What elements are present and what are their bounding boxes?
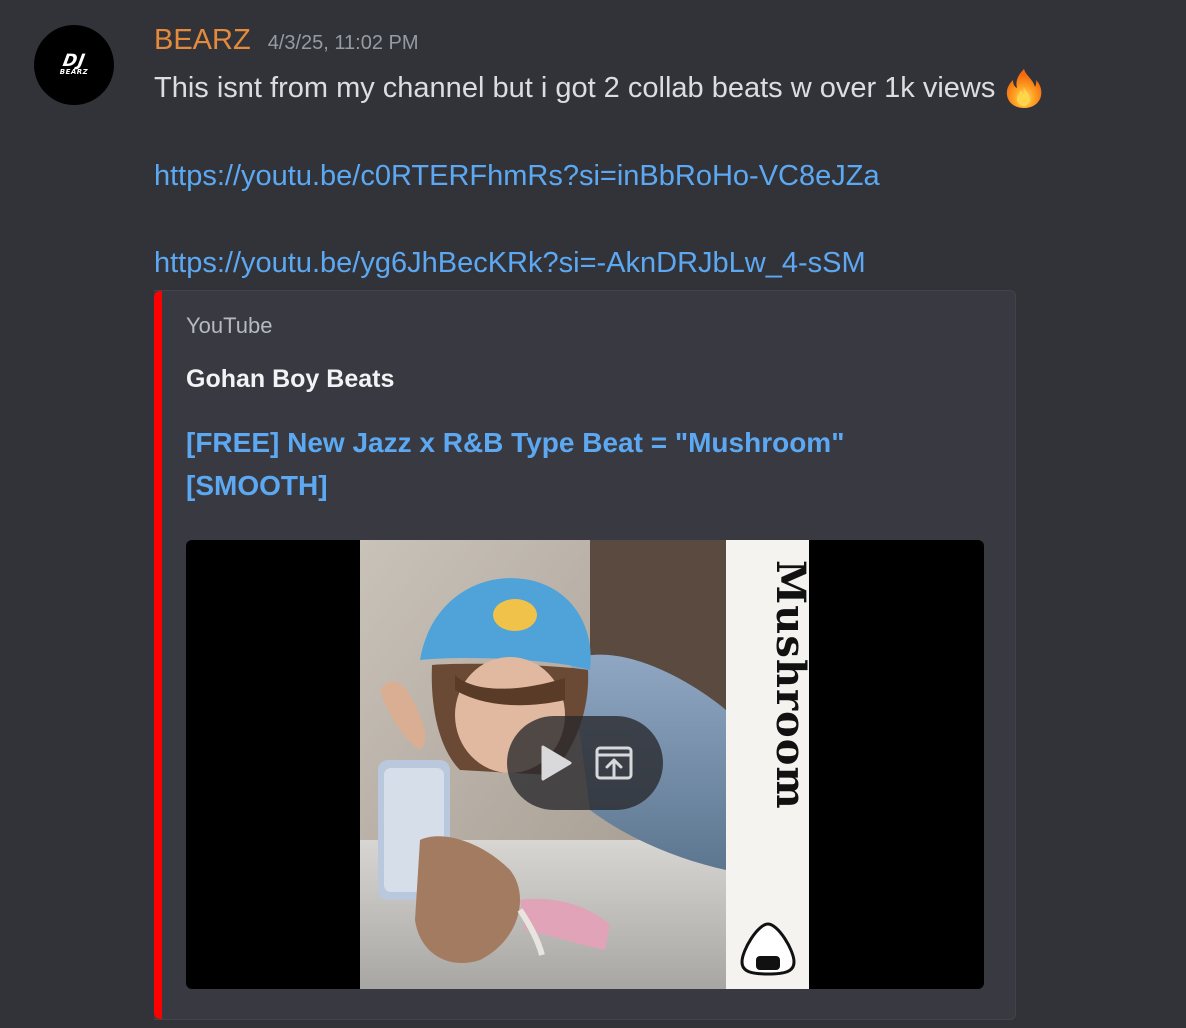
play-button[interactable] <box>534 741 578 785</box>
thumbnail-title: Mushroom <box>767 560 809 810</box>
timestamp: 4/3/25, 11:02 PM <box>267 32 419 54</box>
message-header: BEARZ 4/3/25, 11:02 PM <box>154 24 419 64</box>
open-external-button[interactable] <box>592 741 636 785</box>
open-external-icon <box>595 746 633 780</box>
message-text-content: This isnt from my channel but i got 2 co… <box>154 72 996 104</box>
link-embed: YouTube Gohan Boy Beats [FREE] New Jazz … <box>154 290 1016 1020</box>
video-controls <box>507 716 663 810</box>
play-icon <box>541 745 572 781</box>
embed-accent-bar <box>154 291 162 1019</box>
embed-author[interactable]: Gohan Boy Beats <box>186 365 394 394</box>
thumbnail-title-strip: Mushroom <box>726 540 809 989</box>
avatar[interactable]: DJ BEARZ <box>34 25 114 105</box>
chat-message: DJ BEARZ BEARZ 4/3/25, 11:02 PM This isn… <box>0 0 1186 1028</box>
message-text: This isnt from my channel but i got 2 co… <box>154 66 1046 110</box>
fire-icon <box>1007 69 1042 108</box>
embed-provider[interactable]: YouTube <box>186 313 272 339</box>
onigiri-logo-icon <box>740 922 796 976</box>
video-player[interactable]: Mushroom <box>186 540 984 989</box>
avatar-logo-text: DJ <box>61 51 87 71</box>
embed-title[interactable]: [FREE] New Jazz x R&B Type Beat = "Mushr… <box>186 421 886 507</box>
username[interactable]: BEARZ <box>154 24 251 57</box>
youtube-link-1[interactable]: https://youtu.be/c0RTERFhmRs?si=inBbRoHo… <box>154 156 880 196</box>
youtube-link-2[interactable]: https://youtu.be/yg6JhBecKRk?si=-AknDRJb… <box>154 243 866 283</box>
